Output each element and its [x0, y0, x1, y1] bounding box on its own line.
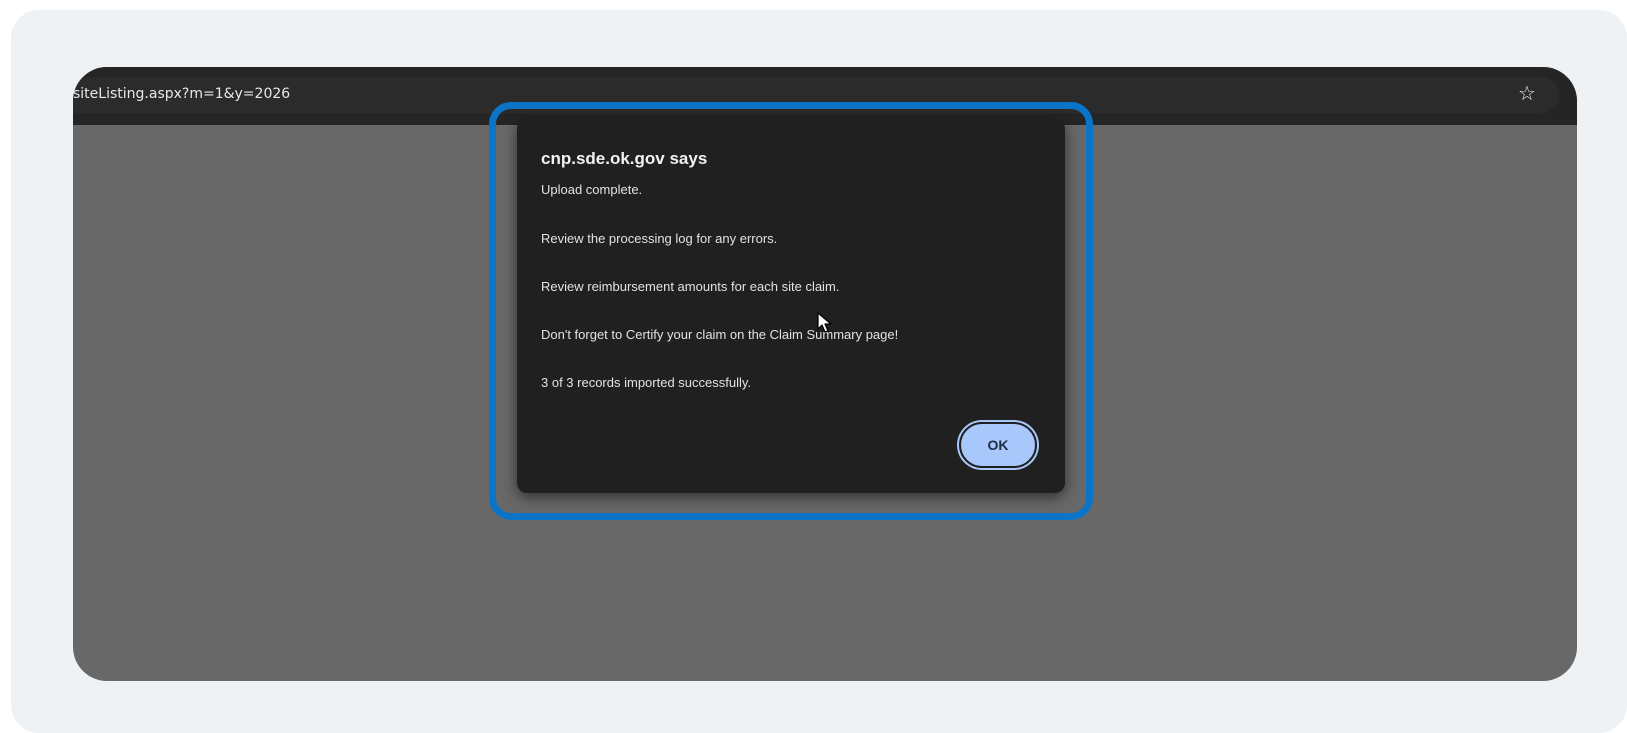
highlight-frame [489, 102, 1093, 520]
star-icon[interactable]: ☆ [1514, 81, 1540, 107]
mouse-cursor-icon [817, 312, 832, 333]
address-bar-url[interactable]: siteListing.aspx?m=1&y=2026 [73, 86, 290, 102]
